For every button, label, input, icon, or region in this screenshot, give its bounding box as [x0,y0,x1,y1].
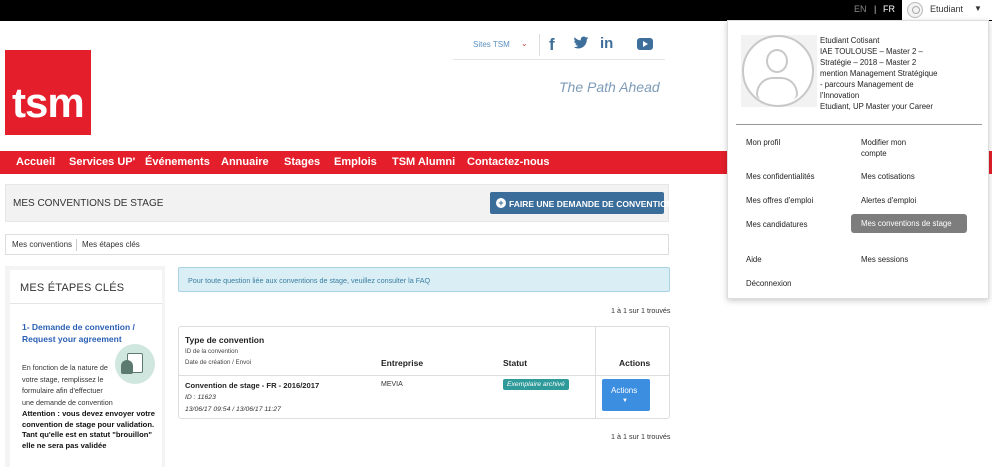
info-message[interactable]: Pour toute question liée aux conventions… [188,276,430,285]
key-steps-card: MES ÉTAPES CLÉS 1- Demande de convention… [10,270,162,467]
key-steps-sidebar: MES ÉTAPES CLÉS 1- Demande de convention… [5,266,165,467]
tab-mes-conventions[interactable]: Mes conventions [12,240,72,249]
twitter-icon[interactable] [573,36,589,50]
divider [736,124,982,125]
status-badge: Exemplaire archivé [503,379,569,390]
menu-item-aide[interactable]: Aide [746,254,762,265]
new-convention-label: FAIRE UNE DEMANDE DE CONVENTION [509,199,673,209]
divider [539,34,540,56]
youtube-icon[interactable] [637,38,653,50]
agreement-illustration-icon [115,344,155,384]
page-tabs: Mes conventions Mes étapes clés [5,234,669,255]
user-menu-toggle[interactable]: Etudiant ▼ [902,0,992,20]
divider [10,303,162,304]
user-info-line: mention Management Stratégique [820,69,938,78]
user-info: Etudiant Cotisant IAE TOULOUSE – Master … [820,35,982,112]
menu-item-mon-profil[interactable]: Mon profil [746,137,780,148]
avatar-body [756,77,798,99]
header-type-id: ID de la convention [185,348,238,355]
convention-id: ID : 11623 [185,394,216,401]
menu-item-alertes-emploi[interactable]: Alertes d'emploi [861,195,916,206]
faq-info-alert: Pour toute question liée aux conventions… [178,267,670,292]
user-info-line: IAE TOULOUSE – Master 2 – [820,47,923,56]
chevron-down-icon: ⌄ [521,39,528,48]
linkedin-icon[interactable]: in [600,35,613,52]
actions-label: Actions [611,386,638,395]
plus-circle-icon: + [496,198,506,208]
conventions-table: Type de convention ID de la convention D… [178,326,670,419]
header-type: Type de convention [185,335,265,345]
convention-dates: 13/06/17 09:54 / 13/06/17 11:27 [185,406,281,413]
step-warning: Attention : vous devez envoyer votre con… [22,409,155,450]
lang-en-link[interactable]: EN [854,4,867,14]
user-dropdown-menu: Etudiant Cotisant IAE TOULOUSE – Master … [727,20,989,299]
logo-text: tsm [12,79,85,126]
menu-item-cotisations[interactable]: Mes cotisations [861,171,915,182]
page-title: MES CONVENTIONS DE STAGE [13,198,164,209]
page-header: MES CONVENTIONS DE STAGE + FAIRE UNE DEM… [5,184,673,222]
user-avatar-icon [907,2,923,18]
nav-item-contact[interactable]: Contactez-nous [467,156,550,168]
person-shape [121,360,133,374]
lang-separator: | [874,4,877,14]
user-info-line: Etudiant Cotisant [820,36,880,45]
social-bar: Sites TSM ⌄ f in [453,32,665,60]
tsm-logo[interactable]: tsm [5,50,91,135]
menu-item-candidatures[interactable]: Mes candidatures [746,219,808,230]
facebook-icon[interactable]: f [549,35,555,55]
row-divider [179,375,669,376]
nav-item-emplois[interactable]: Emplois [334,156,377,168]
nav-item-evenements[interactable]: Événements [145,156,210,168]
menu-item-modifier-compte[interactable]: Modifier mon compte [861,137,931,159]
nav-item-tsm-alumni[interactable]: TSM Alumni [392,156,455,168]
user-info-line: l'Innovation [820,91,860,100]
column-divider [595,327,596,418]
nav-item-stages[interactable]: Stages [284,156,320,168]
user-info-line: Etudiant, UP Master your Career [820,102,933,111]
user-info-line: Stratégie – 2018 – Master 2 [820,58,917,67]
header-actions: Actions [619,358,651,368]
result-count-top: 1 à 1 sur 1 trouvés [611,306,671,315]
lang-fr-link[interactable]: FR [883,4,895,14]
header-entreprise: Entreprise [381,358,424,368]
new-convention-button[interactable]: + FAIRE UNE DEMANDE DE CONVENTION [490,192,673,214]
nav-item-services[interactable]: Services UP' [69,156,135,168]
nav-item-annuaire[interactable]: Annuaire [221,156,269,168]
caret-down-icon: ▼ [622,398,628,404]
convention-type: Convention de stage - FR - 2016/2017 [185,381,320,390]
menu-item-conventions-stage[interactable]: Mes conventions de stage [851,214,967,233]
divider [76,239,77,251]
user-role-label: Etudiant [930,4,964,14]
header-type-dates: Date de création / Envoi [185,359,252,366]
result-count-bottom: 1 à 1 sur 1 trouvés [611,432,671,441]
user-avatar-icon [741,35,817,107]
menu-item-confidentialites[interactable]: Mes confidentialités [746,171,814,182]
sidebar-title: MES ÉTAPES CLÉS [20,282,125,294]
convention-entreprise: MEVIA [381,381,403,388]
avatar-head [766,49,788,73]
caret-down-icon: ▼ [974,4,982,13]
menu-item-sessions[interactable]: Mes sessions [861,254,908,265]
menu-item-offres-emploi[interactable]: Mes offres d'emploi [746,195,813,206]
top-bar: EN | FR Etudiant ▼ [0,0,992,21]
user-info-line: - parcours Management de [820,80,914,89]
step-description: En fonction de la nature de votre stage,… [22,363,113,407]
step-title-link[interactable]: 1- Demande de convention / Request your … [22,321,152,345]
actions-dropdown-button[interactable]: Actions ▼ [602,379,650,411]
header-statut: Statut [503,358,528,368]
menu-item-deconnexion[interactable]: Déconnexion [746,278,792,289]
tab-mes-etapes-cles[interactable]: Mes étapes clés [82,240,140,249]
nav-item-accueil[interactable]: Accueil [16,156,55,168]
sites-tsm-dropdown[interactable]: Sites TSM [473,40,510,49]
tagline: The Path Ahead [559,79,660,95]
